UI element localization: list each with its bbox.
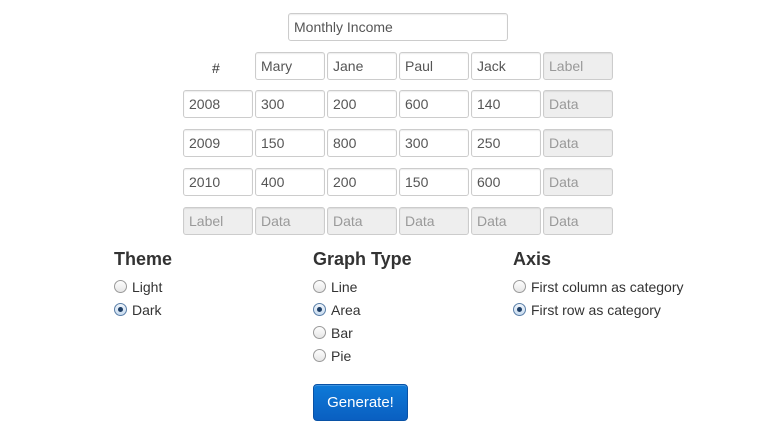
radio-icon[interactable] — [114, 280, 127, 293]
axis-option-first-row[interactable]: First row as category — [513, 298, 684, 321]
header-cell-1[interactable] — [255, 52, 325, 80]
data-cell-2-new[interactable] — [543, 129, 613, 157]
generate-button[interactable]: Generate! — [313, 384, 408, 421]
row-label-2[interactable] — [183, 129, 253, 157]
header-cell-new[interactable] — [543, 52, 613, 80]
data-cell-new-3[interactable] — [399, 207, 469, 235]
chart-builder-page: # Theme Light Dark Graph T — [0, 0, 779, 441]
option-label: Light — [132, 278, 163, 295]
graph-type-option-line[interactable]: Line — [313, 275, 412, 298]
axis-group: Axis First column as category First row … — [513, 249, 684, 321]
data-cell-1-1[interactable] — [255, 90, 325, 118]
row-label-1[interactable] — [183, 90, 253, 118]
radio-icon[interactable] — [313, 280, 326, 293]
header-cell-3[interactable] — [399, 52, 469, 80]
data-cell-2-4[interactable] — [471, 129, 541, 157]
data-cell-1-2[interactable] — [327, 90, 397, 118]
data-cell-1-new[interactable] — [543, 90, 613, 118]
graph-type-option-bar[interactable]: Bar — [313, 321, 412, 344]
data-cell-2-3[interactable] — [399, 129, 469, 157]
option-label: Bar — [331, 324, 353, 341]
radio-checked-icon[interactable] — [513, 303, 526, 316]
theme-group: Theme Light Dark — [114, 249, 172, 321]
radio-icon[interactable] — [513, 280, 526, 293]
data-cell-3-1[interactable] — [255, 168, 325, 196]
data-cell-new-5[interactable] — [543, 207, 613, 235]
data-cell-1-3[interactable] — [399, 90, 469, 118]
option-label: First row as category — [531, 301, 661, 318]
option-label: Area — [331, 301, 361, 318]
option-label: First column as category — [531, 278, 684, 295]
option-label: Line — [331, 278, 358, 295]
axis-option-first-column[interactable]: First column as category — [513, 275, 684, 298]
data-cell-3-new[interactable] — [543, 168, 613, 196]
data-cell-new-2[interactable] — [327, 207, 397, 235]
header-cell-4[interactable] — [471, 52, 541, 80]
radio-checked-icon[interactable] — [114, 303, 127, 316]
chart-title-input[interactable] — [288, 13, 508, 41]
data-cell-3-3[interactable] — [399, 168, 469, 196]
radio-icon[interactable] — [313, 326, 326, 339]
theme-option-light[interactable]: Light — [114, 275, 172, 298]
data-cell-1-4[interactable] — [471, 90, 541, 118]
graph-type-option-pie[interactable]: Pie — [313, 344, 412, 367]
row-label-3[interactable] — [183, 168, 253, 196]
radio-checked-icon[interactable] — [313, 303, 326, 316]
option-label: Dark — [132, 301, 162, 318]
radio-icon[interactable] — [313, 349, 326, 362]
data-cell-2-2[interactable] — [327, 129, 397, 157]
graph-type-heading: Graph Type — [313, 249, 412, 269]
theme-option-dark[interactable]: Dark — [114, 298, 172, 321]
data-cell-3-4[interactable] — [471, 168, 541, 196]
data-cell-new-4[interactable] — [471, 207, 541, 235]
axis-heading: Axis — [513, 249, 552, 269]
graph-type-group: Graph Type Line Area Bar Pie — [313, 249, 412, 367]
graph-type-option-area[interactable]: Area — [313, 298, 412, 321]
theme-heading: Theme — [114, 249, 173, 269]
data-cell-2-1[interactable] — [255, 129, 325, 157]
data-cell-new-1[interactable] — [255, 207, 325, 235]
row-label-new[interactable] — [183, 207, 253, 235]
header-cell-2[interactable] — [327, 52, 397, 80]
corner-label: # — [212, 60, 220, 76]
data-cell-3-2[interactable] — [327, 168, 397, 196]
option-label: Pie — [331, 347, 352, 364]
